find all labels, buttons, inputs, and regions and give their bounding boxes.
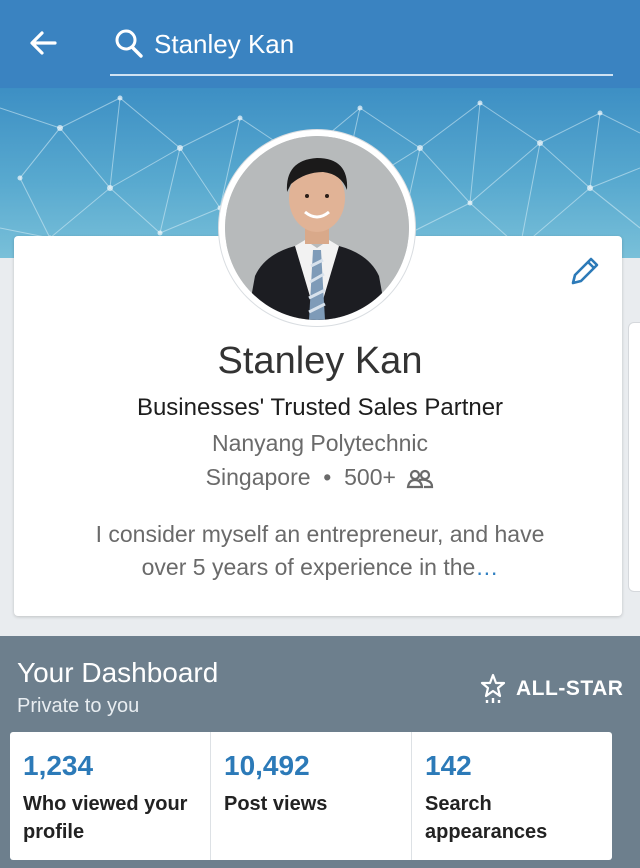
- dashboard-stats: 1,234 Who viewed your profile 10,492 Pos…: [10, 732, 612, 860]
- stat-label: Search appearances: [425, 793, 548, 843]
- connections-icon: [406, 468, 434, 489]
- connections-count[interactable]: 500+: [344, 464, 396, 491]
- stat-value: 10,492: [224, 750, 310, 781]
- search-input[interactable]: Stanley Kan: [110, 20, 613, 76]
- stat-post-views[interactable]: 10,492 Post views: [211, 732, 412, 860]
- stat-label: Who viewed your profile: [23, 793, 188, 843]
- stat-label: Post views: [224, 793, 328, 815]
- profile-name: Stanley Kan: [217, 340, 423, 382]
- search-query[interactable]: Stanley Kan: [154, 29, 294, 60]
- all-star-label: ALL-STAR: [516, 677, 624, 700]
- stat-value: 1,234: [23, 750, 94, 781]
- profile-school: Nanyang Polytechnic: [211, 430, 429, 456]
- profile-summary[interactable]: I consider myself an entrepreneur, and h…: [80, 518, 560, 584]
- stat-who-viewed[interactable]: 1,234 Who viewed your profile: [10, 732, 211, 860]
- top-bar: Stanley Kan: [0, 0, 640, 88]
- stat-search-appearances[interactable]: 142 Search appearances: [412, 732, 612, 860]
- dashboard-title: Your Dashboard: [17, 657, 219, 688]
- stat-value: 142: [425, 750, 472, 781]
- profile-photo: [225, 136, 409, 320]
- back-arrow-icon[interactable]: [26, 26, 60, 60]
- search-icon: [114, 28, 144, 60]
- location-line: Singapore • 500+: [0, 463, 640, 491]
- see-more-link[interactable]: …: [475, 554, 498, 580]
- dashboard-subtitle: Private to you: [17, 695, 140, 717]
- all-star-badge[interactable]: ALL-STAR: [480, 672, 623, 706]
- avatar[interactable]: [219, 130, 415, 326]
- all-star-icon: [480, 673, 506, 705]
- profile-location: Singapore: [205, 464, 311, 491]
- pencil-icon[interactable]: [568, 254, 602, 288]
- profile-headline: Businesses' Trusted Sales Partner: [136, 394, 504, 421]
- separator-dot: •: [316, 464, 338, 491]
